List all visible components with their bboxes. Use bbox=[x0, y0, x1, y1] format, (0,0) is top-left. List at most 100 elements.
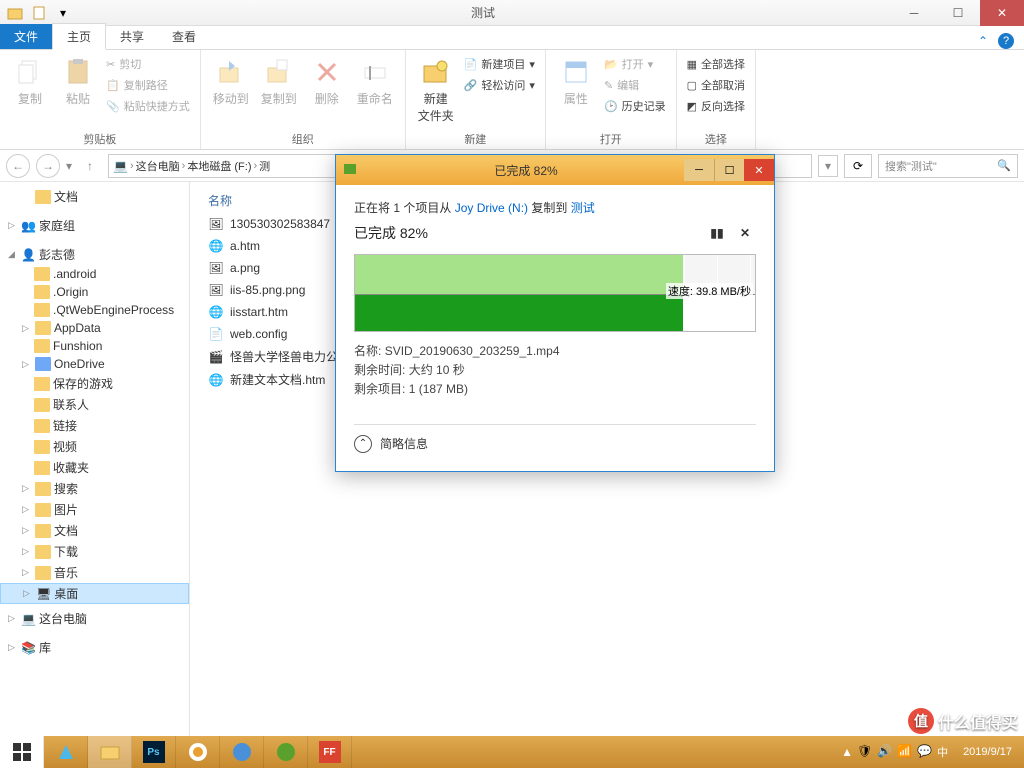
tray-icon[interactable]: 🔊 bbox=[877, 744, 893, 760]
fewer-details-button[interactable]: ⌃ 简略信息 bbox=[354, 424, 756, 453]
tree-item[interactable]: 文档 bbox=[0, 186, 189, 207]
copy-button[interactable]: 复制 bbox=[8, 54, 52, 107]
start-button[interactable] bbox=[0, 736, 44, 768]
nav-tree[interactable]: 文档 ▷👥家庭组 ◢👤彭志德 .android .Origin .QtWebEn… bbox=[0, 182, 190, 746]
select-none-icon: ▢ bbox=[687, 79, 697, 92]
move-to-button[interactable]: 移动到 bbox=[209, 54, 253, 107]
history-button[interactable]: 🕑历史记录 bbox=[602, 96, 668, 116]
image-icon: 🖼 bbox=[208, 260, 224, 276]
edit-icon: ✎ bbox=[604, 79, 613, 92]
copy-details: 名称: SVID_20190630_203259_1.mp4 剩余时间: 大约 … bbox=[354, 342, 756, 400]
tray-up-icon[interactable]: ▲ bbox=[841, 745, 853, 759]
open-button[interactable]: 📂打开 ▾ bbox=[602, 54, 668, 74]
tree-item[interactable]: ▷下载 bbox=[0, 541, 189, 562]
tab-home[interactable]: 主页 bbox=[52, 23, 106, 50]
tree-item[interactable]: 视频 bbox=[0, 436, 189, 457]
source-link[interactable]: Joy Drive (N:) bbox=[455, 201, 528, 215]
tree-item[interactable]: ▷📚库 bbox=[0, 637, 189, 658]
cut-button[interactable]: ✂剪切 bbox=[104, 54, 192, 74]
delete-button[interactable]: 删除 bbox=[305, 54, 349, 107]
help-icon[interactable]: ? bbox=[998, 33, 1014, 49]
edit-button[interactable]: ✎编辑 bbox=[602, 75, 668, 95]
dest-link[interactable]: 测试 bbox=[571, 201, 595, 215]
tree-item[interactable]: 链接 bbox=[0, 415, 189, 436]
taskbar-app[interactable] bbox=[44, 736, 88, 768]
close-button[interactable]: ✕ bbox=[980, 0, 1024, 26]
homegroup-icon: 👥 bbox=[21, 219, 36, 233]
easy-access-icon: 🔗 bbox=[464, 79, 478, 92]
ribbon-collapse-icon[interactable]: ⌃ bbox=[978, 34, 988, 48]
refresh-button[interactable]: ⟳ bbox=[844, 154, 872, 178]
tree-item[interactable]: 保存的游戏 bbox=[0, 373, 189, 394]
recent-dropdown-icon[interactable]: ▾ bbox=[66, 159, 72, 173]
back-button[interactable]: ← bbox=[6, 154, 30, 178]
new-folder-button[interactable]: 新建 文件夹 bbox=[414, 54, 458, 124]
image-icon: 🖼 bbox=[208, 282, 224, 298]
dialog-titlebar[interactable]: 已完成 82% ─ ☐ ✕ bbox=[336, 155, 774, 185]
tree-item[interactable]: ◢👤彭志德 bbox=[0, 244, 189, 265]
tray-icon[interactable]: 🛡 bbox=[857, 744, 873, 760]
tree-item[interactable]: ▷AppData bbox=[0, 319, 189, 337]
breadcrumb-dropdown-icon[interactable]: ▾ bbox=[818, 155, 838, 177]
up-button[interactable]: ↑ bbox=[78, 154, 102, 178]
tree-item[interactable]: .QtWebEngineProcess bbox=[0, 301, 189, 319]
paste-shortcut-button[interactable]: 📎粘贴快捷方式 bbox=[104, 96, 192, 116]
dialog-close-button[interactable]: ✕ bbox=[744, 159, 774, 181]
select-all-button[interactable]: ▦全部选择 bbox=[685, 54, 747, 74]
tree-item[interactable]: Funshion bbox=[0, 337, 189, 355]
tree-item[interactable]: 收藏夹 bbox=[0, 457, 189, 478]
library-icon: 📚 bbox=[21, 641, 36, 655]
tree-item[interactable]: ▷OneDrive bbox=[0, 355, 189, 373]
qat-dropdown-icon[interactable]: ▾ bbox=[52, 2, 74, 24]
invert-selection-button[interactable]: ◩反向选择 bbox=[685, 96, 747, 116]
taskbar-photoshop[interactable]: Ps bbox=[132, 736, 176, 768]
taskbar-clock[interactable]: 2019/9/17 bbox=[957, 746, 1018, 758]
scissors-icon: ✂ bbox=[106, 58, 115, 71]
tab-view[interactable]: 查看 bbox=[158, 24, 210, 49]
tree-item[interactable]: ▷图片 bbox=[0, 499, 189, 520]
tree-item[interactable]: ▷搜索 bbox=[0, 478, 189, 499]
tree-item[interactable]: ▷💻这台电脑 bbox=[0, 608, 189, 629]
rename-button[interactable]: 重命名 bbox=[353, 54, 397, 107]
ribbon-group-new: 新建 文件夹 📄新建项目 ▾ 🔗轻松访问 ▾ 新建 bbox=[406, 50, 546, 149]
qat-new-icon[interactable] bbox=[28, 2, 50, 24]
properties-button[interactable]: 属性 bbox=[554, 54, 598, 107]
tray-ime-icon[interactable]: 中 bbox=[937, 744, 953, 760]
paste-button[interactable]: 粘贴 bbox=[56, 54, 100, 107]
taskbar-app2[interactable] bbox=[220, 736, 264, 768]
search-input[interactable]: 搜索"测试"🔍 bbox=[878, 154, 1018, 178]
copy-to-button[interactable]: 复制到 bbox=[257, 54, 301, 107]
taskbar-app4[interactable]: FF bbox=[308, 736, 352, 768]
minimize-button[interactable]: ─ bbox=[892, 0, 936, 26]
history-icon: 🕑 bbox=[604, 100, 618, 113]
forward-button[interactable]: → bbox=[36, 154, 60, 178]
tree-item[interactable]: 联系人 bbox=[0, 394, 189, 415]
pause-button[interactable]: ▮▮ bbox=[706, 222, 728, 244]
tree-item[interactable]: .android bbox=[0, 265, 189, 283]
new-item-button[interactable]: 📄新建项目 ▾ bbox=[462, 54, 537, 74]
dialog-maximize-button[interactable]: ☐ bbox=[714, 159, 744, 181]
taskbar-app3[interactable] bbox=[264, 736, 308, 768]
taskbar-browser[interactable] bbox=[176, 736, 220, 768]
speed-chart: 速度: 39.8 MB/秒 bbox=[354, 254, 756, 332]
tree-item[interactable]: ▷文档 bbox=[0, 520, 189, 541]
tree-item[interactable]: ▷👥家庭组 bbox=[0, 215, 189, 236]
ribbon-group-select: ▦全部选择 ▢全部取消 ◩反向选择 选择 bbox=[677, 50, 756, 149]
cancel-button[interactable]: ✕ bbox=[734, 222, 756, 244]
qat-folder-icon[interactable] bbox=[4, 2, 26, 24]
tray-icon[interactable]: 📶 bbox=[897, 744, 913, 760]
maximize-button[interactable]: ☐ bbox=[936, 0, 980, 26]
ribbon-group-clipboard: 复制 粘贴 ✂剪切 📋复制路径 📎粘贴快捷方式 剪贴板 bbox=[0, 50, 201, 149]
tree-item[interactable]: ▷音乐 bbox=[0, 562, 189, 583]
tree-item[interactable]: .Origin bbox=[0, 283, 189, 301]
tray-icon[interactable]: 💬 bbox=[917, 744, 933, 760]
copy-path-button[interactable]: 📋复制路径 bbox=[104, 75, 192, 95]
tab-share[interactable]: 共享 bbox=[106, 24, 158, 49]
select-none-button[interactable]: ▢全部取消 bbox=[685, 75, 747, 95]
easy-access-button[interactable]: 🔗轻松访问 ▾ bbox=[462, 75, 537, 95]
video-icon: 🎬 bbox=[208, 349, 224, 365]
taskbar-explorer[interactable] bbox=[88, 736, 132, 768]
tab-file[interactable]: 文件 bbox=[0, 24, 52, 49]
dialog-minimize-button[interactable]: ─ bbox=[684, 159, 714, 181]
tree-item-selected[interactable]: ▷🖥桌面 bbox=[0, 583, 189, 604]
